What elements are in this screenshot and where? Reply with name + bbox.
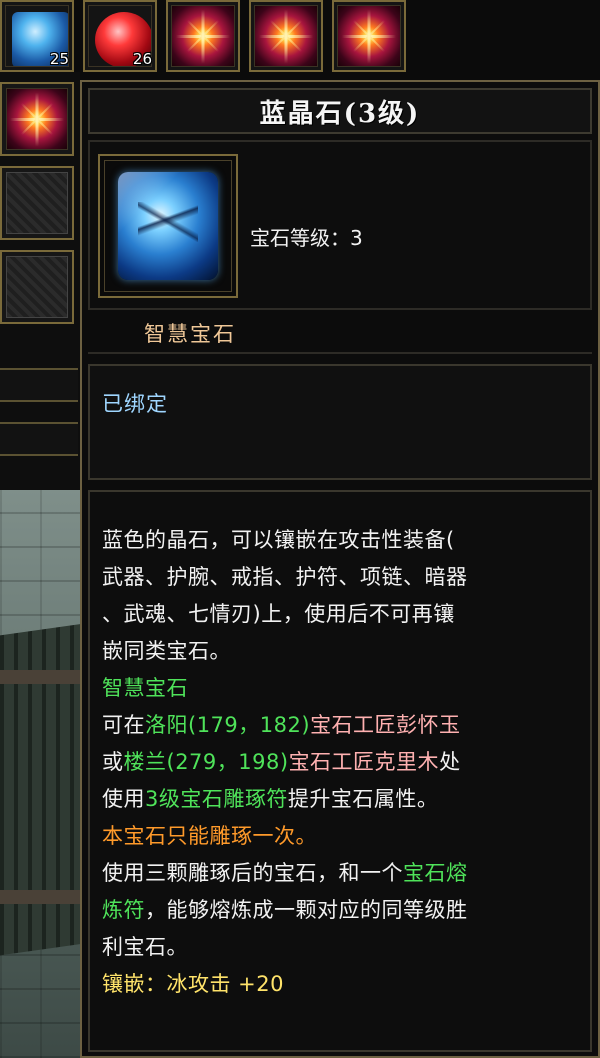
text: 使用 [102, 787, 145, 811]
text: 可在 [102, 713, 145, 737]
stack-count: 26 [132, 50, 152, 68]
slot-frame [254, 5, 318, 67]
usage-line: 使用3级宝石雕琢符提升宝石属性。 [102, 781, 582, 818]
side-bar [0, 368, 78, 402]
item-slot-empty[interactable] [0, 166, 74, 240]
blue-crystal-gem-icon [118, 172, 218, 280]
description-line: 利宝石。 [102, 935, 188, 959]
location-line: 可在洛阳(179，182)宝石工匠彭怀玉 [102, 707, 582, 744]
npc-name[interactable]: 宝石工匠彭怀玉 [310, 713, 461, 737]
tooltip-title-bar: 蓝晶石(3级) [88, 88, 592, 134]
empty-slot-icon [6, 256, 68, 318]
warning-line: 本宝石只能雕琢一次。 [102, 824, 317, 848]
item-description: 蓝色的晶石，可以镶嵌在攻击性装备( 武器、护腕、戒指、护符、项链、暗器 、武魂、… [102, 522, 582, 1003]
spark-gem-icon [338, 6, 400, 66]
text: 或 [102, 750, 124, 774]
fusion-line: 炼符，能够熔炼成一颗对应的同等级胜 [102, 892, 582, 929]
inlay-label: 镶嵌： [102, 972, 167, 996]
gem-level: 宝石等级：3 [250, 226, 363, 250]
location-link[interactable]: 洛阳(179，182) [145, 713, 310, 737]
spark-gem-icon [172, 6, 234, 66]
item-slot-empty[interactable] [0, 250, 74, 324]
spark-gem-icon [7, 89, 67, 149]
description-line: 嵌同类宝石。 [102, 639, 231, 663]
game-world-scene [0, 490, 80, 1058]
inlay-stat: 冰攻击 +20 [166, 972, 284, 996]
bound-status: 已绑定 [102, 392, 168, 416]
location-line: 或楼兰(279，198)宝石工匠克里木处 [102, 744, 582, 781]
spark-gem-icon [255, 6, 317, 66]
description-line: 蓝色的晶石，可以镶嵌在攻击性装备( [102, 528, 455, 552]
text: 使用三颗雕琢后的宝石，和一个 [102, 861, 403, 885]
gem-category-line: 智慧宝石 [102, 676, 188, 700]
gem-type: 智慧宝石 [144, 322, 236, 346]
stack-count: 25 [49, 50, 69, 68]
item-slot-spark-gem[interactable] [249, 0, 323, 72]
item-header: 宝石等级：3 [88, 140, 592, 310]
slot-frame [6, 88, 68, 150]
empty-slot-icon [6, 172, 68, 234]
text: 提升宝石属性。 [287, 787, 439, 811]
item-slot-red-gem[interactable]: 26 [83, 0, 157, 72]
item-slot-spark-gem[interactable] [0, 82, 74, 156]
npc-name[interactable]: 宝石工匠克里木 [289, 750, 440, 774]
item-tooltip: 蓝晶石(3级) 宝石等级：3 智慧宝石 已绑定 蓝色的晶石，可以镶嵌在攻击性装备… [80, 80, 600, 1058]
fusion-line: 使用三颗雕琢后的宝石，和一个宝石熔 [102, 855, 582, 892]
item-icon-frame [98, 154, 238, 298]
text: ，能够熔炼成一颗对应的同等级胜 [145, 898, 468, 922]
item-name: 蓝晶石(3级) [259, 98, 421, 129]
item-link[interactable]: 3级宝石雕琢符 [145, 787, 288, 811]
description-box: 蓝色的晶石，可以镶嵌在攻击性装备( 武器、护腕、戒指、护符、项链、暗器 、武魂、… [88, 490, 592, 1052]
bind-status-box: 已绑定 [88, 364, 592, 480]
item-slot-spark-gem[interactable] [166, 0, 240, 72]
text: 处 [439, 750, 461, 774]
wooden-beam [0, 890, 80, 904]
location-link[interactable]: 楼兰(279，198) [124, 750, 289, 774]
wooden-beam [0, 670, 80, 684]
slot-frame [171, 5, 235, 67]
item-link[interactable]: 炼符 [102, 898, 145, 922]
description-line: 武器、护腕、戒指、护符、项链、暗器 [102, 565, 468, 589]
description-line: 、武魂、七情刃)上，使用后不可再镶 [102, 602, 455, 626]
slot-frame [337, 5, 401, 67]
item-link[interactable]: 宝石熔 [403, 861, 468, 885]
item-slot-spark-gem[interactable] [332, 0, 406, 72]
item-slot-blue-gem[interactable]: 25 [0, 0, 74, 72]
gem-type-row: 智慧宝石 [88, 314, 592, 354]
inlay-stat-line: 镶嵌：冰攻击 +20 [102, 966, 582, 1003]
side-bar [0, 422, 78, 456]
